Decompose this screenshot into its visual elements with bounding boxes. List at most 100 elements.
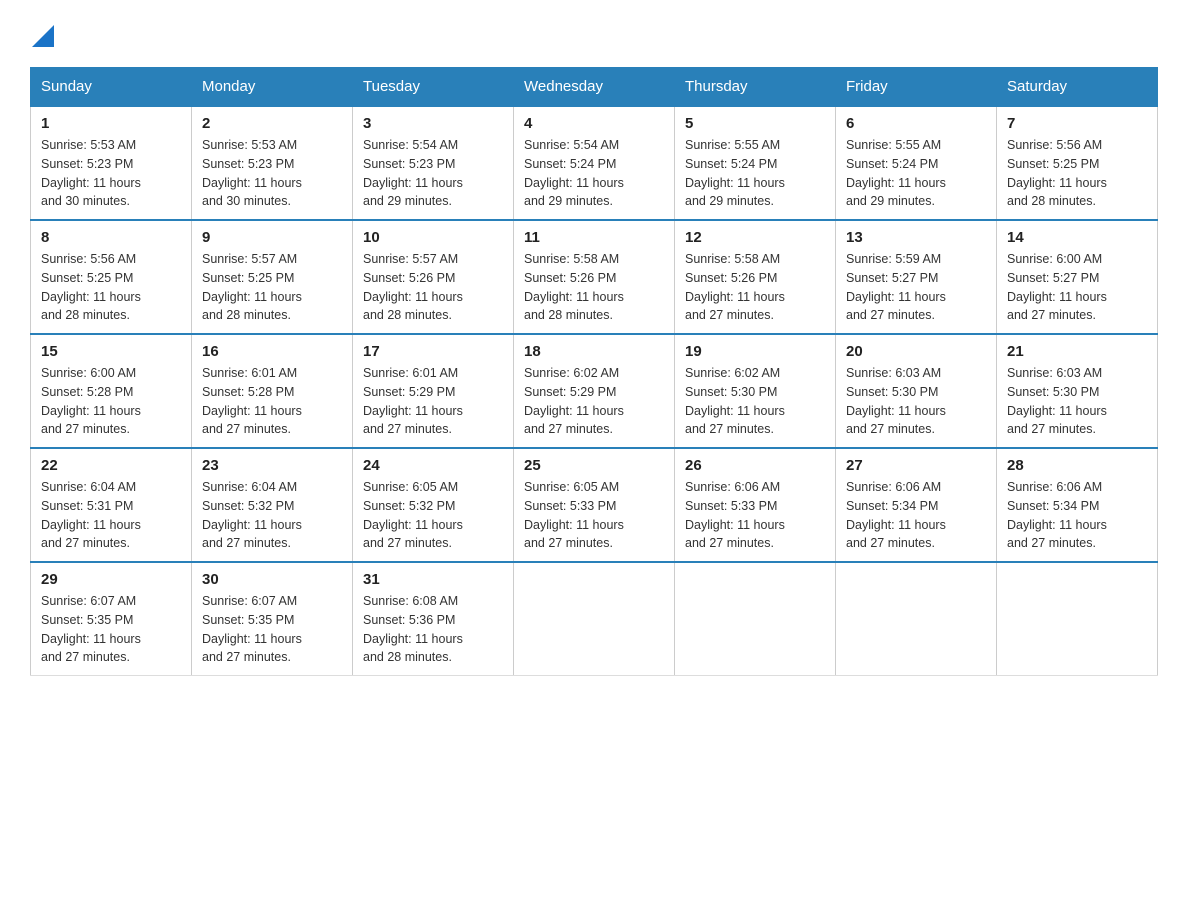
calendar-day-cell: 8 Sunrise: 5:56 AM Sunset: 5:25 PM Dayli… [31,220,192,334]
header-sunday: Sunday [31,68,192,107]
calendar-day-cell: 11 Sunrise: 5:58 AM Sunset: 5:26 PM Dayl… [514,220,675,334]
day-info: Sunrise: 6:01 AM Sunset: 5:29 PM Dayligh… [363,364,503,439]
calendar-week-row: 22 Sunrise: 6:04 AM Sunset: 5:31 PM Dayl… [31,448,1158,562]
day-info: Sunrise: 6:04 AM Sunset: 5:31 PM Dayligh… [41,478,181,553]
day-number: 12 [685,229,825,246]
day-info: Sunrise: 6:00 AM Sunset: 5:28 PM Dayligh… [41,364,181,439]
calendar-day-cell: 6 Sunrise: 5:55 AM Sunset: 5:24 PM Dayli… [836,106,997,220]
day-number: 7 [1007,115,1147,132]
calendar-day-cell: 5 Sunrise: 5:55 AM Sunset: 5:24 PM Dayli… [675,106,836,220]
day-number: 19 [685,343,825,360]
calendar-day-cell: 12 Sunrise: 5:58 AM Sunset: 5:26 PM Dayl… [675,220,836,334]
header-saturday: Saturday [997,68,1158,107]
calendar-day-cell: 3 Sunrise: 5:54 AM Sunset: 5:23 PM Dayli… [353,106,514,220]
day-info: Sunrise: 5:55 AM Sunset: 5:24 PM Dayligh… [685,136,825,211]
calendar-week-row: 8 Sunrise: 5:56 AM Sunset: 5:25 PM Dayli… [31,220,1158,334]
calendar-day-cell: 16 Sunrise: 6:01 AM Sunset: 5:28 PM Dayl… [192,334,353,448]
day-number: 5 [685,115,825,132]
weekday-header-row: Sunday Monday Tuesday Wednesday Thursday… [31,68,1158,107]
day-info: Sunrise: 6:06 AM Sunset: 5:33 PM Dayligh… [685,478,825,553]
day-number: 10 [363,229,503,246]
header-monday: Monday [192,68,353,107]
calendar-day-cell: 23 Sunrise: 6:04 AM Sunset: 5:32 PM Dayl… [192,448,353,562]
calendar-day-cell: 4 Sunrise: 5:54 AM Sunset: 5:24 PM Dayli… [514,106,675,220]
day-info: Sunrise: 5:54 AM Sunset: 5:23 PM Dayligh… [363,136,503,211]
day-number: 3 [363,115,503,132]
empty-cell [836,562,997,676]
day-info: Sunrise: 6:00 AM Sunset: 5:27 PM Dayligh… [1007,250,1147,325]
day-number: 17 [363,343,503,360]
day-info: Sunrise: 6:05 AM Sunset: 5:32 PM Dayligh… [363,478,503,553]
calendar-table: Sunday Monday Tuesday Wednesday Thursday… [30,67,1158,676]
header-tuesday: Tuesday [353,68,514,107]
calendar-day-cell: 2 Sunrise: 5:53 AM Sunset: 5:23 PM Dayli… [192,106,353,220]
day-info: Sunrise: 6:04 AM Sunset: 5:32 PM Dayligh… [202,478,342,553]
calendar-day-cell: 20 Sunrise: 6:03 AM Sunset: 5:30 PM Dayl… [836,334,997,448]
calendar-week-row: 29 Sunrise: 6:07 AM Sunset: 5:35 PM Dayl… [31,562,1158,676]
calendar-week-row: 1 Sunrise: 5:53 AM Sunset: 5:23 PM Dayli… [31,106,1158,220]
empty-cell [997,562,1158,676]
calendar-day-cell: 26 Sunrise: 6:06 AM Sunset: 5:33 PM Dayl… [675,448,836,562]
day-info: Sunrise: 6:08 AM Sunset: 5:36 PM Dayligh… [363,592,503,667]
day-info: Sunrise: 6:01 AM Sunset: 5:28 PM Dayligh… [202,364,342,439]
calendar-day-cell: 15 Sunrise: 6:00 AM Sunset: 5:28 PM Dayl… [31,334,192,448]
day-number: 31 [363,571,503,588]
day-info: Sunrise: 5:53 AM Sunset: 5:23 PM Dayligh… [41,136,181,211]
day-number: 26 [685,457,825,474]
calendar-day-cell: 30 Sunrise: 6:07 AM Sunset: 5:35 PM Dayl… [192,562,353,676]
calendar-day-cell: 9 Sunrise: 5:57 AM Sunset: 5:25 PM Dayli… [192,220,353,334]
day-number: 9 [202,229,342,246]
day-info: Sunrise: 6:03 AM Sunset: 5:30 PM Dayligh… [846,364,986,439]
calendar-day-cell: 29 Sunrise: 6:07 AM Sunset: 5:35 PM Dayl… [31,562,192,676]
day-info: Sunrise: 5:56 AM Sunset: 5:25 PM Dayligh… [1007,136,1147,211]
empty-cell [675,562,836,676]
calendar-day-cell: 7 Sunrise: 5:56 AM Sunset: 5:25 PM Dayli… [997,106,1158,220]
day-info: Sunrise: 6:03 AM Sunset: 5:30 PM Dayligh… [1007,364,1147,439]
logo [30,20,54,47]
day-info: Sunrise: 5:59 AM Sunset: 5:27 PM Dayligh… [846,250,986,325]
calendar-day-cell: 27 Sunrise: 6:06 AM Sunset: 5:34 PM Dayl… [836,448,997,562]
calendar-day-cell: 18 Sunrise: 6:02 AM Sunset: 5:29 PM Dayl… [514,334,675,448]
day-number: 22 [41,457,181,474]
calendar-day-cell: 25 Sunrise: 6:05 AM Sunset: 5:33 PM Dayl… [514,448,675,562]
calendar-day-cell: 21 Sunrise: 6:03 AM Sunset: 5:30 PM Dayl… [997,334,1158,448]
day-number: 30 [202,571,342,588]
calendar-day-cell: 28 Sunrise: 6:06 AM Sunset: 5:34 PM Dayl… [997,448,1158,562]
day-number: 24 [363,457,503,474]
header-wednesday: Wednesday [514,68,675,107]
day-info: Sunrise: 6:06 AM Sunset: 5:34 PM Dayligh… [1007,478,1147,553]
day-info: Sunrise: 6:07 AM Sunset: 5:35 PM Dayligh… [202,592,342,667]
day-number: 25 [524,457,664,474]
day-info: Sunrise: 6:07 AM Sunset: 5:35 PM Dayligh… [41,592,181,667]
day-number: 16 [202,343,342,360]
day-number: 18 [524,343,664,360]
header-thursday: Thursday [675,68,836,107]
day-number: 27 [846,457,986,474]
day-number: 11 [524,229,664,246]
day-info: Sunrise: 5:57 AM Sunset: 5:26 PM Dayligh… [363,250,503,325]
calendar-day-cell: 17 Sunrise: 6:01 AM Sunset: 5:29 PM Dayl… [353,334,514,448]
calendar-day-cell: 14 Sunrise: 6:00 AM Sunset: 5:27 PM Dayl… [997,220,1158,334]
day-info: Sunrise: 5:56 AM Sunset: 5:25 PM Dayligh… [41,250,181,325]
day-number: 2 [202,115,342,132]
page-header [30,20,1158,47]
day-number: 14 [1007,229,1147,246]
day-number: 29 [41,571,181,588]
day-number: 8 [41,229,181,246]
day-number: 28 [1007,457,1147,474]
calendar-week-row: 15 Sunrise: 6:00 AM Sunset: 5:28 PM Dayl… [31,334,1158,448]
day-number: 21 [1007,343,1147,360]
calendar-day-cell: 24 Sunrise: 6:05 AM Sunset: 5:32 PM Dayl… [353,448,514,562]
calendar-day-cell: 22 Sunrise: 6:04 AM Sunset: 5:31 PM Dayl… [31,448,192,562]
calendar-day-cell: 19 Sunrise: 6:02 AM Sunset: 5:30 PM Dayl… [675,334,836,448]
day-info: Sunrise: 6:06 AM Sunset: 5:34 PM Dayligh… [846,478,986,553]
day-info: Sunrise: 5:57 AM Sunset: 5:25 PM Dayligh… [202,250,342,325]
empty-cell [514,562,675,676]
day-info: Sunrise: 5:54 AM Sunset: 5:24 PM Dayligh… [524,136,664,211]
day-number: 20 [846,343,986,360]
day-info: Sunrise: 5:58 AM Sunset: 5:26 PM Dayligh… [685,250,825,325]
calendar-day-cell: 31 Sunrise: 6:08 AM Sunset: 5:36 PM Dayl… [353,562,514,676]
day-number: 23 [202,457,342,474]
day-number: 4 [524,115,664,132]
day-number: 15 [41,343,181,360]
